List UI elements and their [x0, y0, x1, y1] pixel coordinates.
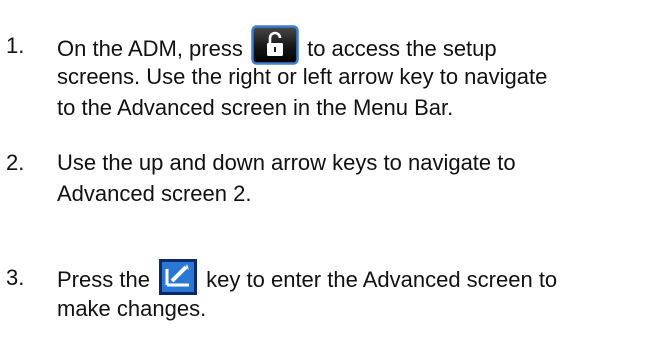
step-text-segment: Press the: [57, 266, 157, 292]
step-text-segment: key to enter the Advanced screen to: [200, 266, 558, 292]
step-number: 2.: [6, 150, 25, 175]
unlock-key-icon: [251, 25, 299, 65]
step-text: On the ADM, press to access the setup sc…: [57, 25, 657, 123]
step-text: Press the key to enter the Advanced scre…: [57, 259, 657, 324]
step-line: On the ADM, press to access the setup: [57, 25, 657, 65]
step-text: Use the up and down arrow keys to naviga…: [57, 147, 657, 209]
step-line: screens. Use the right or left arrow key…: [57, 64, 548, 89]
step-line: make changes.: [57, 296, 207, 321]
step-line: Press the key to enter the Advanced scre…: [57, 259, 657, 295]
step-text-segment: On the ADM, press: [57, 35, 249, 61]
edit-key-icon: [158, 258, 198, 296]
step-line: to the Advanced screen in the Menu Bar.: [57, 95, 454, 120]
step-text-segment: to access the setup: [300, 35, 497, 61]
step-number: 3.: [6, 265, 25, 290]
step-line: Use the up and down arrow keys to naviga…: [57, 150, 516, 175]
step-number: 1.: [6, 33, 25, 58]
step-line: Advanced screen 2.: [57, 181, 252, 206]
